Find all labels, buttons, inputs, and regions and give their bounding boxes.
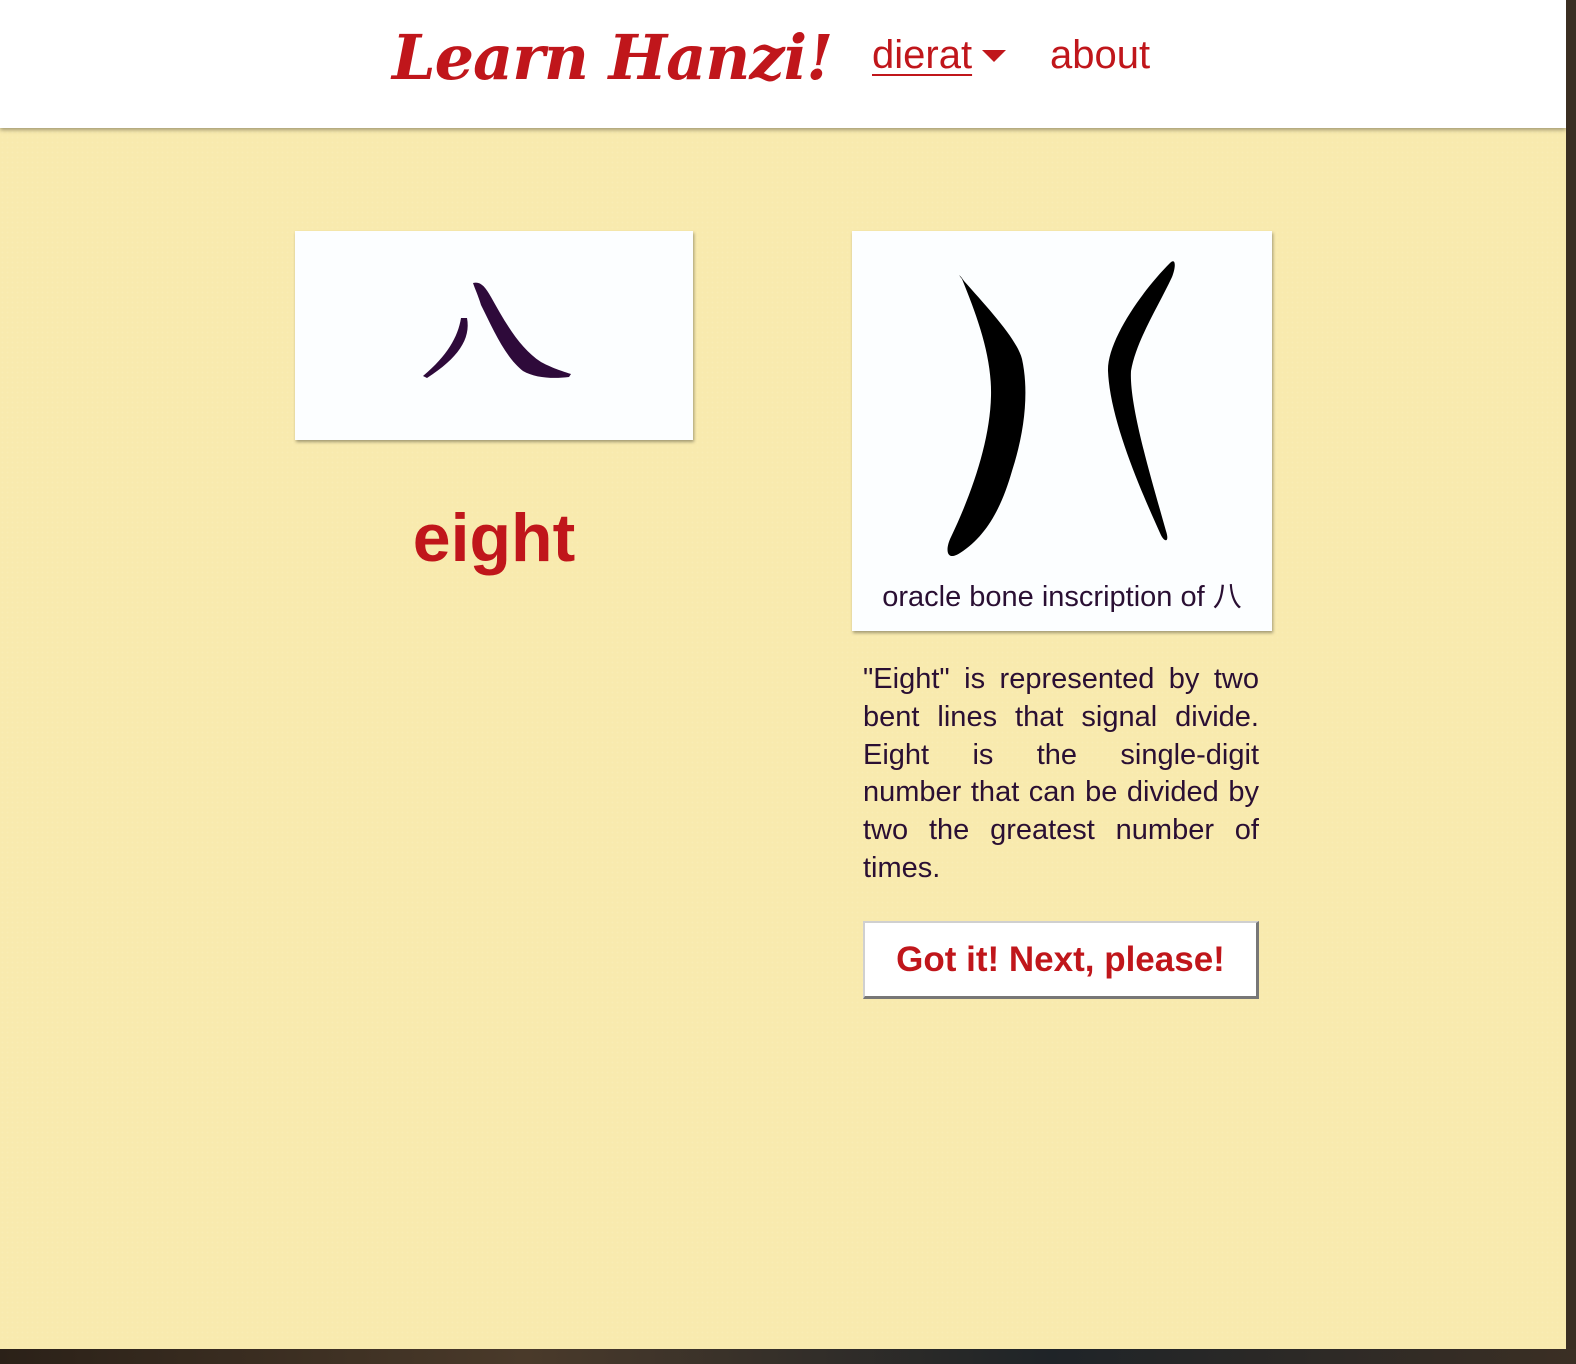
hanzi-card bbox=[295, 231, 693, 440]
nav-dierat-label: dierat bbox=[872, 33, 973, 77]
caret-down-icon bbox=[982, 50, 1007, 62]
nav-dierat-dropdown[interactable]: dierat bbox=[872, 30, 1007, 80]
nav-about-link[interactable]: about bbox=[1050, 30, 1150, 80]
page: Learn Hanzi! dierat about eight oracle b… bbox=[0, 0, 1566, 1349]
hanzi-character bbox=[423, 282, 571, 378]
brand-logo[interactable]: Learn Hanzi! bbox=[392, 18, 833, 98]
next-button[interactable]: Got it! Next, please! bbox=[863, 921, 1259, 999]
window-edge-right bbox=[1566, 0, 1576, 1364]
oracle-bone-image bbox=[947, 261, 1175, 556]
character-explanation: "Eight" is represented by two bent lines… bbox=[863, 663, 1259, 884]
window-edge-bottom bbox=[0, 1349, 1576, 1364]
top-navbar: Learn Hanzi! dierat about bbox=[0, 0, 1566, 128]
oracle-bone-caption: oracle bone inscription of 八 bbox=[882, 581, 1242, 613]
hanzi-meaning: eight bbox=[412, 500, 576, 576]
oracle-bone-card: oracle bone inscription of 八 bbox=[852, 231, 1272, 631]
